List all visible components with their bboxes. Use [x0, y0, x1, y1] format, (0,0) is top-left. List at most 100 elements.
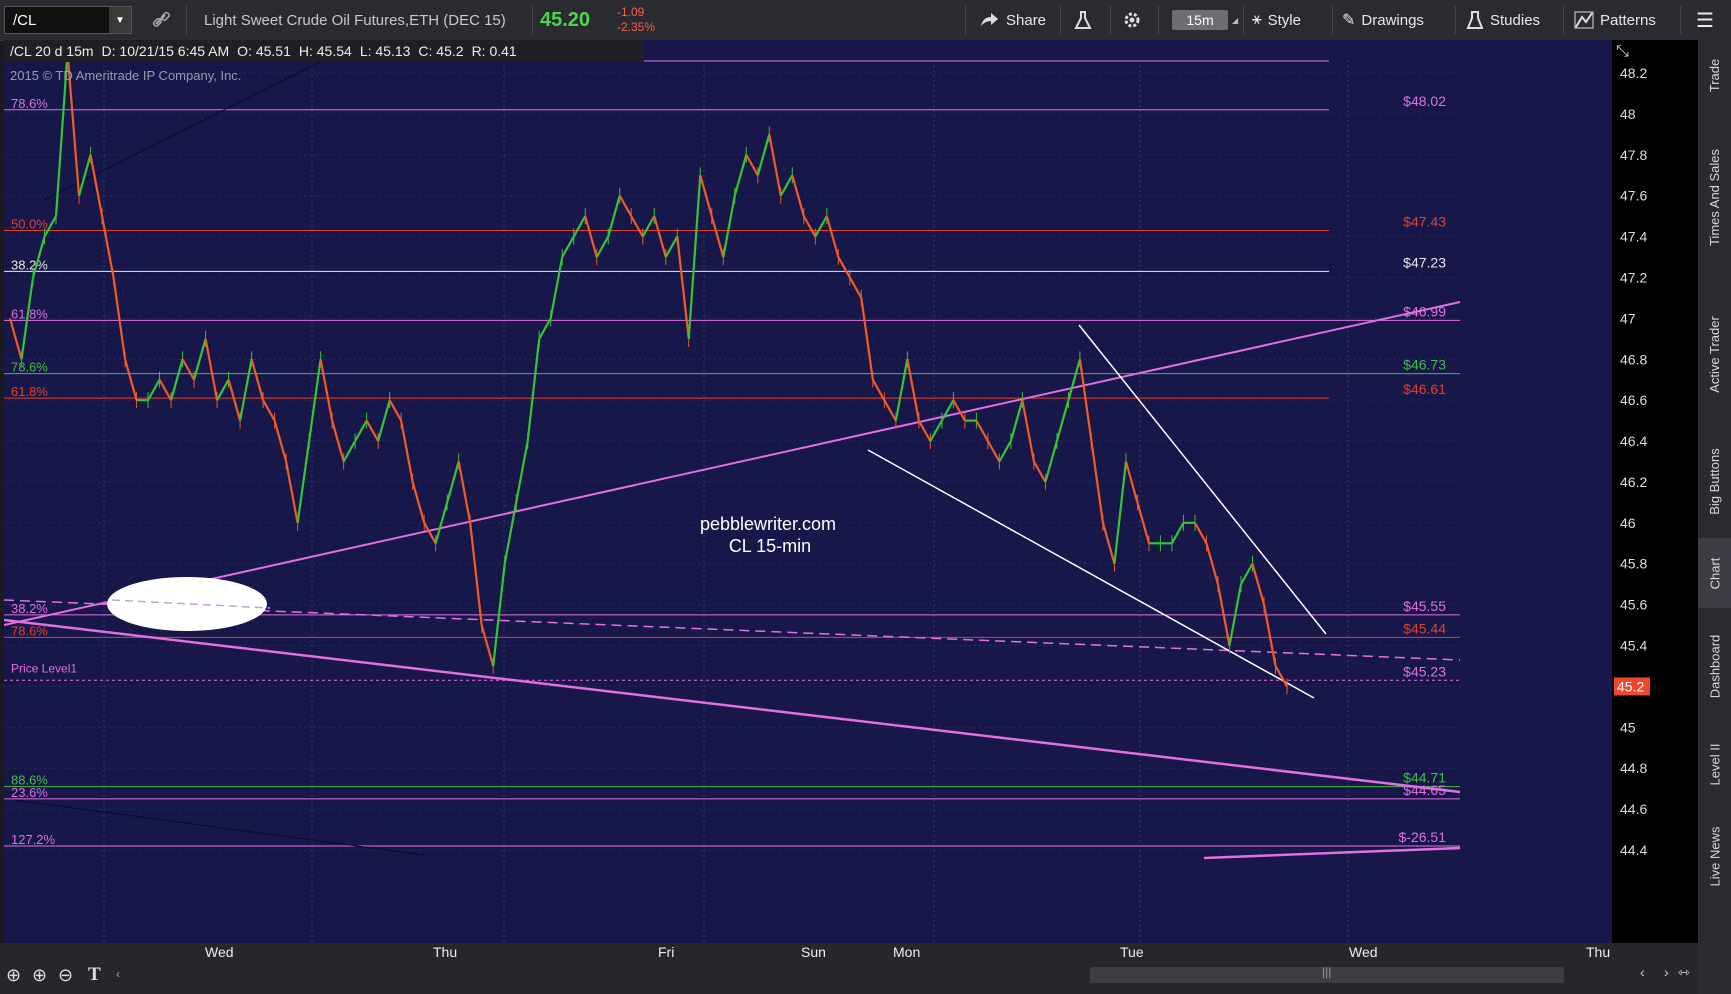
price-candle [331, 420, 345, 462]
fib-level-label: 38.2% [11, 257, 48, 272]
price-candle [480, 624, 495, 667]
gear-icon[interactable] [1122, 0, 1142, 40]
bar-date: D: 10/21/15 6:45 AM [101, 43, 230, 59]
scroll-left-icon[interactable]: ‹ [1640, 964, 1645, 980]
price-candle [503, 502, 518, 564]
chevron-down-icon[interactable]: ▼ [109, 7, 131, 33]
price-candle [1067, 358, 1081, 401]
price-candle [400, 420, 414, 483]
price-candle [825, 215, 840, 258]
price-candle [595, 236, 610, 258]
menu-icon[interactable]: ☰ [1696, 0, 1714, 40]
chart-plot-area[interactable]: 78.6% $48.02 50.0% $47.43 38.2% $47.23 61.8% $4… [3, 40, 1612, 943]
price-candle [618, 195, 633, 217]
price-candle [894, 359, 909, 421]
price-candle [158, 379, 173, 401]
studies-button[interactable]: Studies [1466, 0, 1540, 40]
toolbar-divider [965, 6, 966, 34]
price-candle [526, 338, 541, 442]
expand-icon[interactable]: ⤡ [1616, 43, 1629, 61]
toolbar-divider [186, 6, 187, 34]
sidetab-dashboard[interactable]: Dashboard [1698, 610, 1731, 722]
price-axis-tick: 44.8 [1620, 760, 1647, 776]
crosshair-icon[interactable]: ⊕ [6, 965, 21, 986]
pencil-icon: ✎ [1342, 12, 1356, 29]
price-candle [549, 256, 564, 319]
zoom-in-icon[interactable]: ⊕ [32, 965, 47, 986]
sidetab-label: Dashboard [1707, 634, 1723, 698]
side-panel: Trade Times And Sales Active Trader Big … [1698, 40, 1731, 994]
text-tool-icon[interactable]: T [88, 964, 101, 986]
sidetab-trade[interactable]: Trade [1698, 40, 1731, 110]
price-candle [745, 154, 759, 176]
flask-icon[interactable] [1074, 0, 1092, 40]
price-candle [986, 440, 1001, 463]
sidetab-level-ii[interactable]: Level II [1698, 724, 1731, 804]
patterns-label: Patterns [1600, 11, 1656, 29]
toolbar-divider [1060, 6, 1061, 34]
time-axis-label: Wed [205, 944, 234, 960]
expand-arrows-icon[interactable]: ⇿ [1678, 964, 1690, 981]
price-candle [1090, 440, 1105, 523]
price-candle [1194, 522, 1208, 544]
fib-level-label: 38.2% [11, 601, 48, 616]
price-change: -1.09 -2.35% [617, 5, 655, 35]
fib-level-label: 23.6% [11, 785, 48, 800]
price-axis[interactable]: 48.2 48 47.8 47.6 47.4 47.2 47 46.8 46.6 46.4 46.2… [1612, 40, 1698, 943]
price-candle [883, 399, 897, 422]
price-candle [664, 236, 679, 258]
studies-label: Studies [1490, 11, 1541, 29]
sidetab-big-buttons[interactable]: Big Buttons [1698, 426, 1731, 536]
time-axis-label: Fri [658, 944, 675, 960]
bar-low: L: 45.13 [359, 43, 411, 59]
price-candle [975, 420, 989, 442]
highlight-ellipse[interactable] [107, 577, 267, 631]
price-axis-tick: 45.8 [1620, 556, 1647, 572]
dark-trendline [13, 799, 425, 856]
chart-name: /CL 20 d 15m [10, 43, 94, 59]
sidetab-times-and-sales[interactable]: Times And Sales [1698, 112, 1731, 282]
link-icon[interactable] [150, 0, 172, 40]
scroll-left-small-icon[interactable]: ‹ [116, 967, 120, 981]
toolbar-divider [1243, 6, 1244, 34]
price-candle [561, 236, 575, 258]
price-candle [998, 440, 1012, 463]
bar-open: O: 45.51 [237, 43, 291, 59]
price-candle [1240, 563, 1254, 585]
sidetab-label: Times And Sales [1707, 148, 1722, 246]
zoom-out-icon[interactable]: ⊖ [58, 965, 73, 986]
toolbar-divider [1332, 6, 1333, 34]
rising-trendline[interactable] [3, 301, 1461, 626]
drawings-button[interactable]: ✎ Drawings [1342, 0, 1424, 40]
fib-level-label: 61.8% [11, 384, 48, 399]
fib-price-label: $-26.51 [1399, 829, 1447, 845]
style-button[interactable]: ⚹ Style [1252, 0, 1301, 40]
price-candle [733, 154, 748, 196]
time-axis-label: Mon [893, 944, 921, 960]
share-button[interactable]: Share [978, 0, 1046, 40]
style-label: Style [1267, 11, 1301, 29]
sidetab-label: Live News [1707, 826, 1722, 886]
corner-arrow-icon: ◢ [1232, 15, 1239, 25]
sidetab-chart[interactable]: Chart [1698, 538, 1731, 608]
sidetab-active-trader[interactable]: Active Trader [1698, 284, 1731, 424]
bottom-trendline[interactable] [1203, 846, 1461, 860]
scroll-right-icon[interactable]: › [1664, 964, 1669, 980]
price-candle [147, 379, 161, 401]
timeframe-button[interactable]: 15m [1172, 10, 1228, 30]
falling-trendline[interactable] [3, 618, 1461, 794]
toolbar-divider [1680, 6, 1681, 34]
fib-price-label: $47.23 [1403, 254, 1446, 270]
price-axis-tick: 45.4 [1620, 638, 1647, 654]
price-candle [89, 154, 104, 217]
price-candle [411, 481, 426, 524]
sidetab-label: Chart [1706, 557, 1722, 589]
price-candle [572, 215, 587, 238]
price-candle [1021, 399, 1035, 462]
time-axis-label: Sun [801, 944, 826, 960]
price-candle [1205, 542, 1220, 585]
bar-high: H: 45.54 [298, 43, 352, 59]
sidetab-live-news[interactable]: Live News [1698, 806, 1731, 906]
patterns-button[interactable]: Patterns [1574, 0, 1656, 40]
price-chart[interactable]: 78.6% $48.02 50.0% $47.43 38.2% $47.23 61.8% $4… [3, 40, 1612, 943]
